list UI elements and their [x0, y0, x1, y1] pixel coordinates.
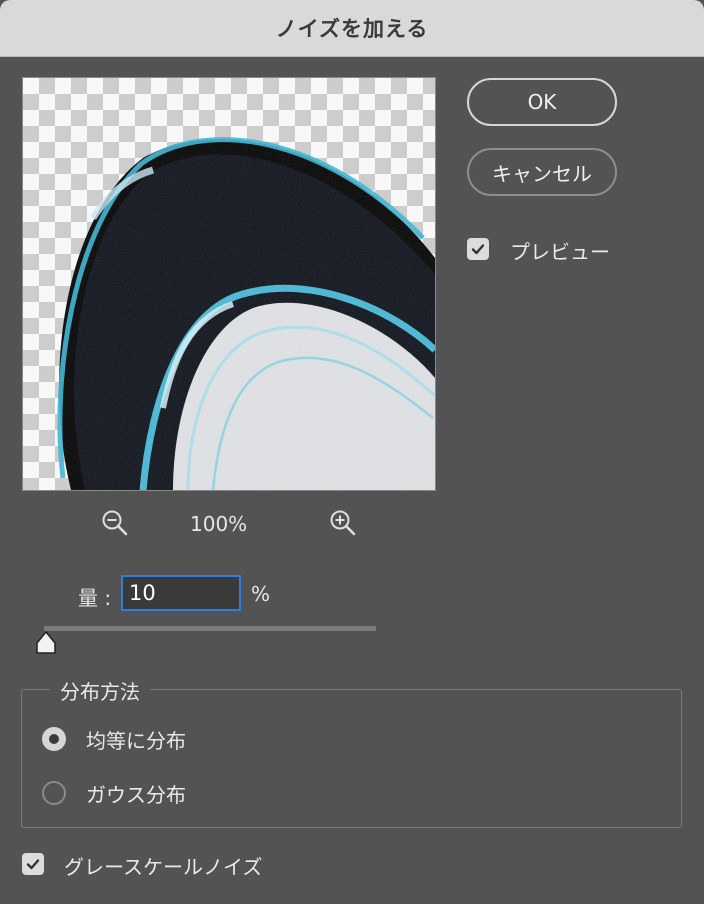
checkmark-icon: [471, 244, 485, 255]
radio-uniform-label[interactable]: 均等に分布: [86, 725, 186, 754]
preview-ring-art: [23, 78, 435, 490]
grayscale-checkbox[interactable]: [22, 853, 44, 875]
cancel-button[interactable]: キャンセル: [467, 148, 617, 196]
grayscale-label[interactable]: グレースケールノイズ: [64, 851, 262, 880]
magnifier-plus-icon[interactable]: [328, 508, 358, 538]
filter-preview[interactable]: [22, 77, 436, 491]
zoom-controls: 100%: [100, 506, 370, 542]
radio-gaussian-label[interactable]: ガウス分布: [86, 779, 186, 808]
radio-uniform[interactable]: [42, 727, 66, 751]
preview-image: [23, 78, 435, 490]
dialog-title: ノイズを加える: [275, 17, 429, 41]
amount-label: 量 :: [78, 586, 112, 610]
checkmark-icon: [26, 859, 40, 870]
preview-label[interactable]: プレビュー: [510, 236, 610, 265]
ok-button[interactable]: OK: [467, 78, 617, 126]
zoom-level: 100%: [190, 512, 248, 536]
amount-input[interactable]: 10: [121, 575, 241, 611]
distribution-title: 分布方法: [50, 676, 150, 705]
dialog-titlebar: ノイズを加える: [0, 0, 704, 57]
amount-slider-track[interactable]: [44, 626, 376, 631]
magnifier-minus-icon[interactable]: [100, 508, 130, 538]
preview-checkbox[interactable]: [467, 238, 489, 260]
amount-slider-thumb[interactable]: [34, 630, 58, 656]
amount-unit: %: [251, 582, 271, 606]
radio-gaussian[interactable]: [42, 781, 66, 805]
